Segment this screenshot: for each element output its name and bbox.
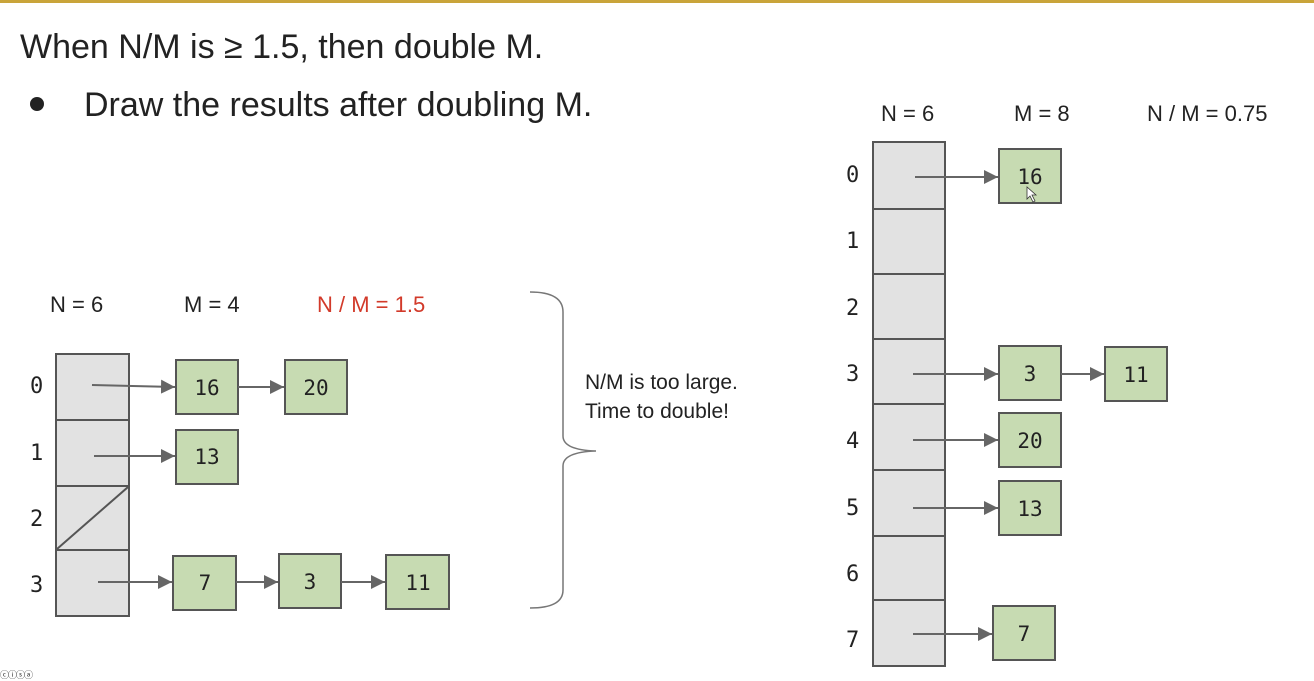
right-node-3-0-text: 3 (1024, 362, 1037, 386)
left-bucket-1 (55, 419, 130, 487)
hash-table-diagram: 16 20 13 7 3 11 16 3 11 20 13 7 (55, 141, 1168, 667)
right-bucket-1 (872, 208, 946, 275)
right-node-4-0-text: 20 (1017, 429, 1042, 453)
left-bucket-0 (55, 353, 130, 421)
right-node-7-0-text: 7 (1018, 622, 1031, 646)
left-node-3-1-text: 3 (304, 570, 317, 594)
left-node-0-0-text: 16 (194, 376, 219, 400)
right-bucket-5 (872, 469, 946, 537)
right-bucket-6 (872, 535, 946, 601)
cc-license-icon: ⓒⓘⓢⓐ (0, 670, 33, 680)
right-node-5-0-text: 13 (1017, 497, 1042, 521)
left-node-1-0-text: 13 (194, 445, 219, 469)
right-curly-brace (529, 291, 597, 609)
right-bucket-0 (872, 141, 946, 210)
left-node-3-0-text: 7 (199, 571, 212, 595)
right-node-3-1-text: 11 (1123, 363, 1148, 387)
left-node-3-2-text: 11 (405, 571, 430, 595)
right-bucket-2 (872, 273, 946, 340)
right-bucket-4 (872, 403, 946, 471)
right-bucket-3 (872, 338, 946, 405)
right-node-0-0-text: 16 (1017, 165, 1042, 189)
left-node-0-1-text: 20 (303, 376, 328, 400)
